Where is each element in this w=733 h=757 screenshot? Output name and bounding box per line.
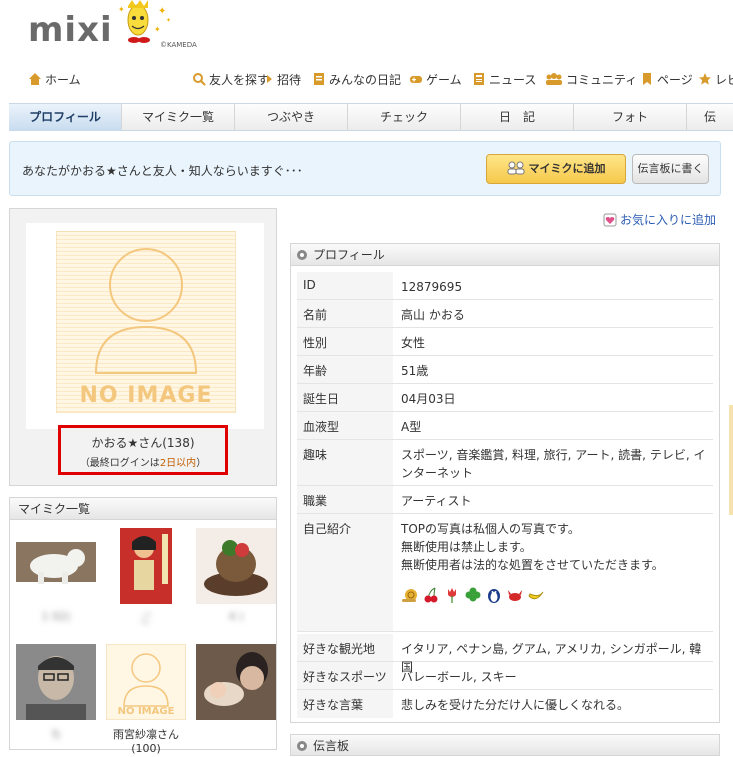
search-icon <box>193 73 206 86</box>
crab-icon <box>508 590 522 601</box>
cherry-icon <box>424 587 438 603</box>
mixi-logo[interactable]: mixi <box>28 10 113 50</box>
svg-text:✦: ✦ <box>118 5 125 14</box>
home-icon <box>29 73 41 85</box>
friend-item[interactable]: ち <box>12 640 100 750</box>
news-icon <box>474 73 484 85</box>
friend-item[interactable]: NO IMAGE 雨宮紗凛さん (100) <box>102 640 190 755</box>
nav-invite[interactable]: 招待 <box>266 68 301 92</box>
profile-row-introduction: 自己紹介 TOPの写真は私個人の写真です。 無断使用は禁止します。 無断使用者は… <box>297 514 713 632</box>
friend-name: 雨宮紗凛さん <box>113 728 179 741</box>
profile-row-occupation: 職業 アーティスト <box>297 486 713 514</box>
friend-item[interactable]: 4 ) <box>192 524 280 634</box>
no-image-small-text: NO IMAGE <box>117 706 175 717</box>
profile-row-name: 名前 高山 かおる <box>297 300 713 328</box>
profile-row-favorite-sports: 好きなスポーツ バレーボール, スキー <box>297 662 713 690</box>
friend-photo-baby <box>196 644 276 720</box>
no-image-text: NO IMAGE <box>79 383 213 408</box>
dengon-board-header: 伝言板 <box>290 734 720 756</box>
snail-icon <box>402 589 417 602</box>
write-board-button[interactable]: 伝言板に書く <box>632 154 709 184</box>
profile-row-favorite-words: 好きな言葉 悲しみを受けた分だけ人に優しくなれる。 <box>297 690 713 718</box>
last-login-text: （最終ログインは2日以内） <box>79 458 207 469</box>
emoji-row <box>401 586 709 604</box>
tab-tsubuyaki[interactable]: つぶやき <box>235 104 348 131</box>
friend-photo-polar-bear <box>16 528 96 604</box>
friend-name: ち <box>50 728 62 741</box>
mymixi-list-title[interactable]: マイミク一覧 <box>10 498 276 520</box>
friend-request-message: あなたがかおる★さんと友人・知人ならいますぐ･･･ <box>22 164 303 178</box>
nav-news[interactable]: ニュース <box>472 68 536 92</box>
dengon-board-title: 伝言板 <box>313 739 350 753</box>
nav-everyone-diary[interactable]: みんなの日記 <box>312 68 401 92</box>
people-icon <box>546 73 562 85</box>
nav-home[interactable]: ホーム <box>28 68 81 92</box>
friend-name: 1 02) <box>41 610 71 623</box>
profile-photo[interactable]: NO IMAGE <box>26 223 264 429</box>
nav-find-friends[interactable]: 友人を探す <box>192 68 269 92</box>
side-strip <box>729 405 733 515</box>
banana-icon <box>528 591 544 600</box>
add-mymixi-button[interactable]: マイミクに追加 <box>486 154 626 184</box>
add-favorite-link[interactable]: お気に入りに追加 <box>603 211 716 228</box>
profile-row-favorite-places: 好きな観光地 イタリア, ペナン島, グアム, アメリカ, シンガポール, 韓国 <box>297 634 713 674</box>
friend-photo-cake <box>196 528 276 604</box>
nav-community[interactable]: コミュニティ <box>545 68 637 92</box>
profile-nickname: かおる★さん(138) <box>91 436 195 450</box>
friend-item[interactable]: 1 02) <box>12 524 100 634</box>
tab-mymixi-list[interactable]: マイミク一覧 <box>122 104 235 131</box>
global-nav: ホーム 友人を探す 招待 みんなの日記 ゲーム ニュース コミュニティ ページ … <box>0 68 733 92</box>
mymixi-list-box: マイミク一覧 1 02) ご 4 ) ち NO IMAGE 雨宮紗凛さん (10… <box>9 497 280 755</box>
nav-page[interactable]: ページ <box>640 68 693 92</box>
friend-item[interactable] <box>192 640 280 750</box>
friend-count: (100) <box>131 742 161 755</box>
tab-diary[interactable]: 日 記 <box>461 104 574 131</box>
diary-icon <box>314 73 324 85</box>
nav-game[interactable]: ゲーム <box>409 68 462 92</box>
profile-name-box: かおる★さん(138) （最終ログインは2日以内） <box>58 425 228 475</box>
profile-panel: プロフィール ID 12879695 名前 高山 かおる 性別 女性 年齢 51… <box>290 243 720 723</box>
profile-row-age: 年齢 51歳 <box>297 356 713 384</box>
profile-tabs: プロフィール マイミク一覧 つぶやき チェック 日 記 フォト 伝 <box>9 103 733 131</box>
star-icon <box>699 73 711 85</box>
friend-name: ご <box>140 612 152 625</box>
svg-text:✦: ✦ <box>154 25 161 34</box>
svg-text:✦: ✦ <box>158 6 166 17</box>
arrow-icon <box>267 75 272 83</box>
bookmark-icon <box>643 73 651 85</box>
friend-request-bar: あなたがかおる★さんと友人・知人ならいますぐ･･･ マイミクに追加 伝言板に書く <box>9 141 721 196</box>
nav-review[interactable]: レビ <box>698 68 733 92</box>
clover-icon <box>465 587 481 602</box>
add-friend-icon <box>507 161 524 175</box>
section-bullet-icon <box>297 250 307 260</box>
favorite-heart-icon <box>603 213 617 227</box>
profile-row-id: ID 12879695 <box>297 272 713 300</box>
tab-profile[interactable]: プロフィール <box>9 104 122 131</box>
friend-name: 4 ) <box>228 610 244 623</box>
gamepad-icon <box>410 76 422 83</box>
copyright-text: ©KAMEDA <box>160 41 197 49</box>
friend-photo-book-cover <box>106 528 186 604</box>
tab-photo[interactable]: フォト <box>574 104 687 131</box>
tab-check[interactable]: チェック <box>348 104 461 131</box>
profile-row-birthday: 誕生日 04月03日 <box>297 384 713 412</box>
profile-panel-header: プロフィール <box>291 244 719 266</box>
profile-photo-box: NO IMAGE かおる★さん(138) （最終ログインは2日以内） <box>9 208 277 486</box>
tab-dengon[interactable]: 伝 <box>687 104 733 131</box>
profile-row-hobby: 趣味 スポーツ, 音楽鑑賞, 料理, 旅行, アート, 読書, テレビ, インタ… <box>297 440 713 486</box>
friend-item[interactable]: ご <box>102 524 190 634</box>
profile-panel-title: プロフィール <box>313 248 385 262</box>
penguin-icon <box>488 589 500 603</box>
tulip-icon <box>448 588 456 603</box>
profile-row-gender: 性別 女性 <box>297 328 713 356</box>
svg-text:✦: ✦ <box>166 17 171 24</box>
friend-photo-man <box>16 644 96 720</box>
profile-row-blood-type: 血液型 A型 <box>297 412 713 440</box>
